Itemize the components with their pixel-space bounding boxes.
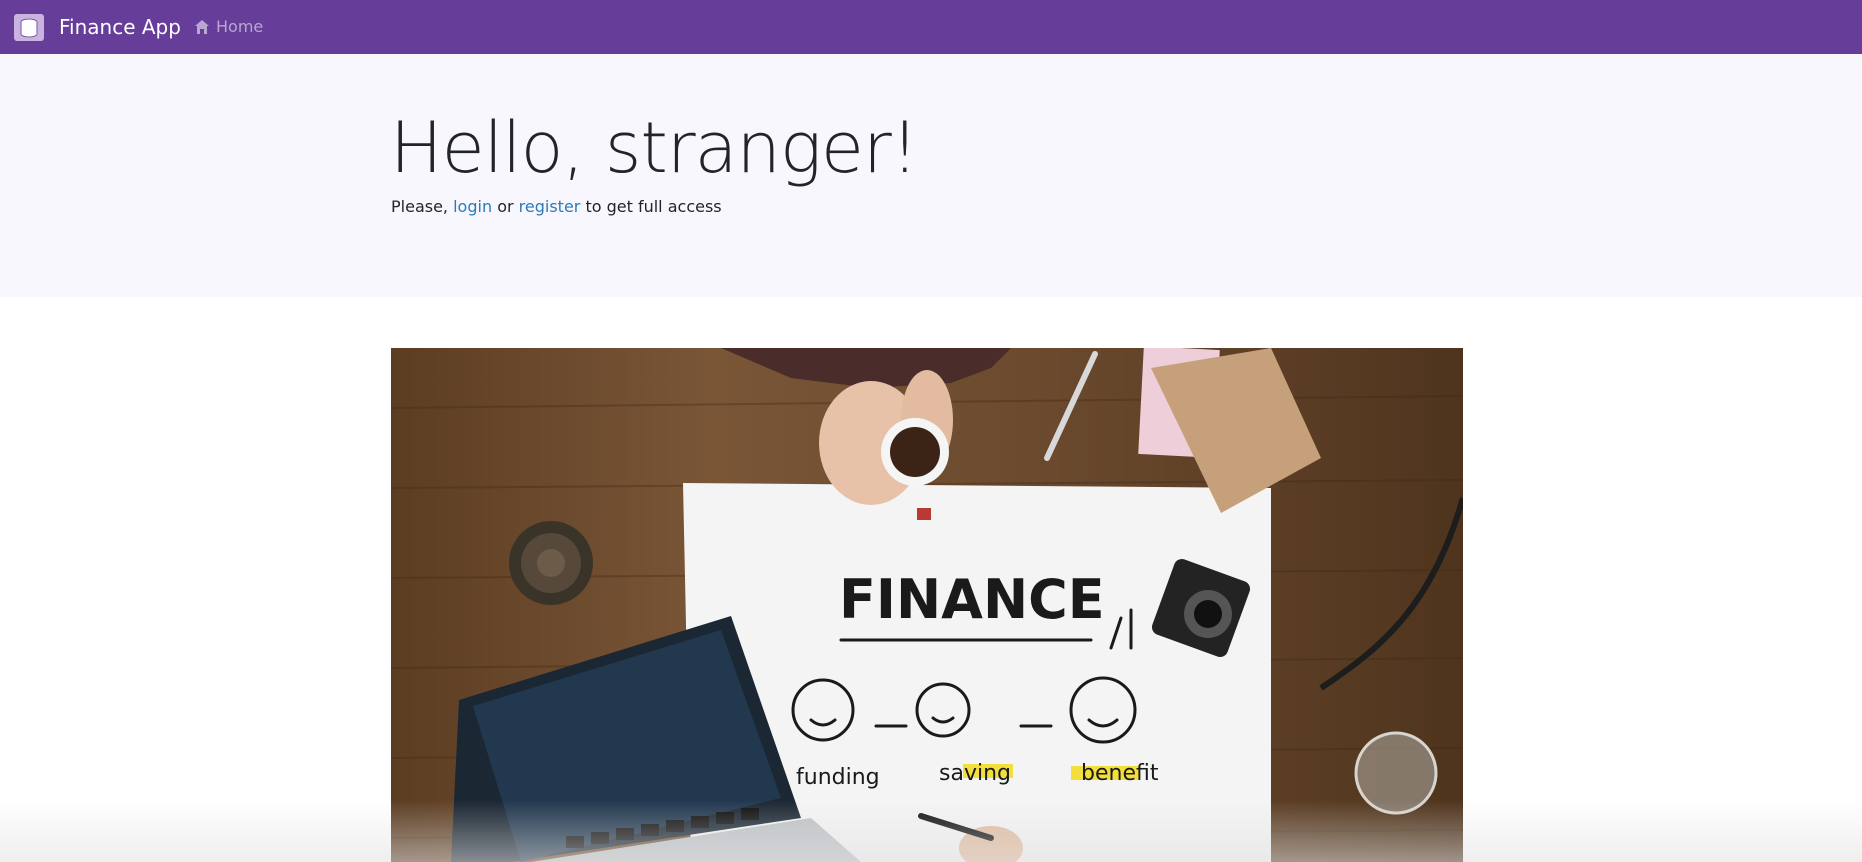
lead-prefix: Please, <box>391 197 449 216</box>
home-icon <box>195 20 209 34</box>
login-link[interactable]: login <box>453 197 492 216</box>
nav-home-link[interactable]: Home <box>194 16 263 38</box>
navbar: Finance App Home <box>0 0 1862 54</box>
finance-hero-image: FINANCE funding saving benefit <box>391 348 1463 862</box>
image-label-benefit: benefit <box>1081 761 1159 786</box>
register-link[interactable]: register <box>519 197 581 216</box>
page-title: Hello, stranger! <box>390 107 919 189</box>
lead-or: or <box>497 197 514 216</box>
image-label-saving: saving <box>939 761 1011 786</box>
jumbotron <box>0 54 1862 297</box>
image-label-funding: funding <box>796 765 880 790</box>
nav-home-label: Home <box>216 17 264 36</box>
brand-title[interactable]: Finance App <box>59 14 181 41</box>
finance-illustration: FINANCE funding saving benefit <box>391 348 1463 862</box>
brand-logo-icon[interactable] <box>14 14 44 41</box>
image-headline: FINANCE <box>839 568 1105 631</box>
hero-lead: Please, login or register to get full ac… <box>391 196 722 218</box>
lead-suffix: to get full access <box>585 197 722 216</box>
